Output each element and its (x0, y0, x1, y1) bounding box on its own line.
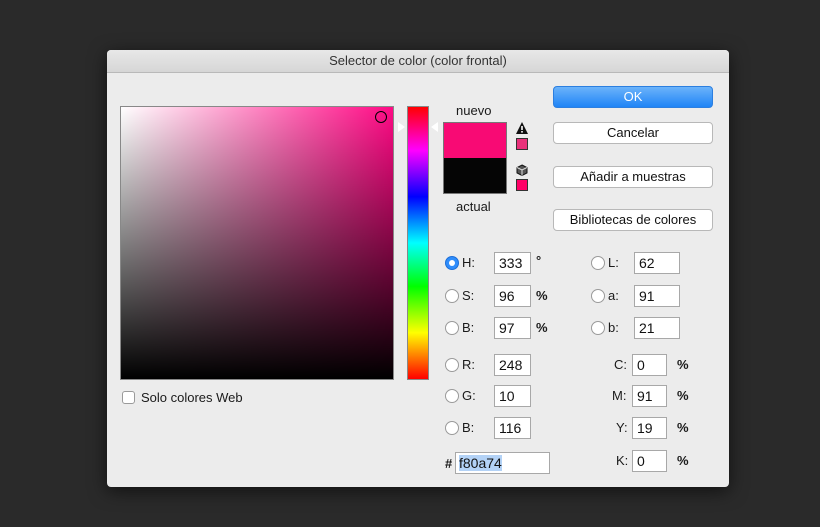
cancel-button[interactable]: Cancelar (553, 122, 713, 144)
blue-label: B: (462, 420, 475, 435)
brightness-label: B: (462, 320, 475, 335)
current-color-swatch[interactable] (443, 158, 507, 194)
yellow-unit: % (677, 420, 689, 435)
saturation-brightness-field[interactable] (120, 106, 394, 380)
cyan-label: C: (614, 357, 627, 372)
saturation-label: S: (462, 288, 475, 303)
green-input[interactable]: 10 (494, 385, 531, 407)
hue-radio[interactable] (445, 256, 459, 270)
saturation-input[interactable]: 96 (494, 285, 531, 307)
brightness-unit: % (536, 320, 548, 335)
b-channel-label: b: (608, 320, 619, 335)
red-radio[interactable] (445, 358, 459, 372)
out-of-gamut-warning-icon[interactable] (516, 122, 528, 134)
add-to-swatches-button[interactable]: Añadir a muestras (553, 166, 713, 188)
web-safe-swatch[interactable] (516, 179, 528, 191)
hex-value-selected: f80a74 (459, 455, 502, 471)
hue-label: H: (462, 255, 475, 270)
hue-unit: ° (536, 253, 542, 268)
hue-input[interactable]: 333 (494, 252, 531, 274)
brightness-input[interactable]: 97 (494, 317, 531, 339)
magenta-unit: % (677, 388, 689, 403)
saturation-unit: % (536, 288, 548, 303)
web-colors-only-checkbox[interactable] (122, 391, 135, 404)
blue-radio[interactable] (445, 421, 459, 435)
blue-input[interactable]: 116 (494, 417, 531, 439)
black-unit: % (677, 453, 689, 468)
black-label: K: (616, 453, 629, 468)
red-input[interactable]: 248 (494, 354, 531, 376)
yellow-label: Y: (616, 420, 628, 435)
b-channel-input[interactable]: 21 (634, 317, 680, 339)
black-input[interactable]: 0 (632, 450, 667, 472)
hex-label: # (445, 456, 453, 471)
hex-input[interactable]: f80a74 (455, 452, 550, 474)
saturation-radio[interactable] (445, 289, 459, 303)
dialog-title: Selector de color (color frontal) (107, 50, 729, 73)
brightness-radio[interactable] (445, 321, 459, 335)
web-colors-only-label: Solo colores Web (141, 390, 243, 405)
lightness-label: L: (608, 255, 619, 270)
ok-button[interactable]: OK (553, 86, 713, 108)
hue-slider-left-arrow-icon[interactable] (398, 122, 405, 132)
yellow-input[interactable]: 19 (632, 417, 667, 439)
cyan-unit: % (677, 357, 689, 372)
green-label: G: (462, 388, 476, 403)
color-libraries-button[interactable]: Bibliotecas de colores (553, 209, 713, 231)
gamut-correction-swatch[interactable] (516, 138, 528, 150)
new-color-label: nuevo (456, 103, 492, 118)
cyan-input[interactable]: 0 (632, 354, 667, 376)
hue-slider[interactable] (407, 106, 429, 380)
web-safe-cube-icon[interactable] (516, 164, 528, 177)
hue-slider-right-arrow-icon[interactable] (431, 122, 438, 132)
magenta-label: M: (612, 388, 627, 403)
a-channel-input[interactable]: 91 (634, 285, 680, 307)
green-radio[interactable] (445, 389, 459, 403)
color-field-cursor[interactable] (375, 111, 387, 123)
magenta-input[interactable]: 91 (632, 385, 667, 407)
b-channel-radio[interactable] (591, 321, 605, 335)
lightness-radio[interactable] (591, 256, 605, 270)
lightness-input[interactable]: 62 (634, 252, 680, 274)
a-channel-label: a: (608, 288, 619, 303)
new-color-swatch (443, 122, 507, 158)
a-channel-radio[interactable] (591, 289, 605, 303)
current-color-label: actual (456, 199, 491, 214)
red-label: R: (462, 357, 475, 372)
